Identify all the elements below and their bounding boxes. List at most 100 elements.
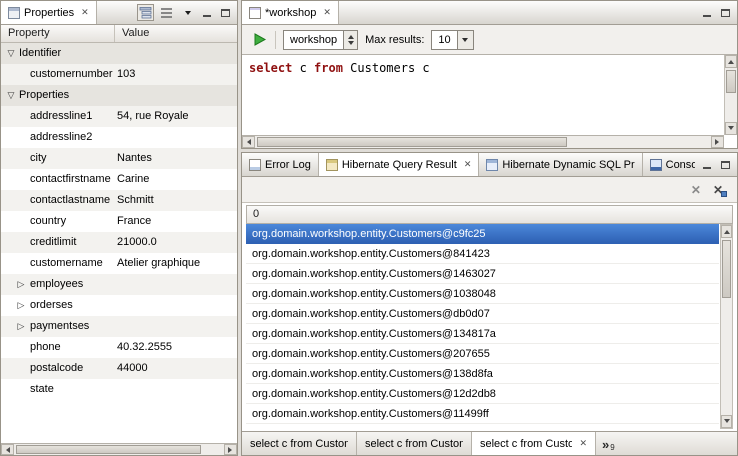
view-tab[interactable]: Hibernate Query Result <box>319 153 480 176</box>
scroll-right-icon[interactable] <box>224 444 237 455</box>
property-row[interactable]: ▷ employees <box>1 274 237 295</box>
result-row[interactable]: org.domain.workshop.entity.Customers@138… <box>246 364 719 384</box>
scrollbar-thumb[interactable] <box>726 70 736 93</box>
query-page-tab[interactable]: select c from Custom <box>472 432 596 455</box>
property-row[interactable]: country France <box>1 211 237 232</box>
scroll-left-icon[interactable] <box>242 136 255 148</box>
query-name-combo[interactable]: workshop <box>283 30 358 50</box>
editor-horizontal-scrollbar[interactable] <box>242 135 724 148</box>
result-column-header[interactable]: 0 <box>246 205 733 224</box>
view-tab[interactable]: Hibernate Dynamic SQL Pr <box>479 153 642 176</box>
close-all-query-pages-icon[interactable] <box>713 184 723 196</box>
property-row[interactable]: ▽ Properties <box>1 85 237 106</box>
expander-icon[interactable]: ▷ <box>14 295 28 316</box>
expander-icon[interactable]: ▷ <box>14 274 28 295</box>
view-menu-icon[interactable] <box>179 4 196 21</box>
view-tab[interactable]: Error Log <box>242 153 319 176</box>
expander-icon[interactable]: ▽ <box>4 85 18 106</box>
minimize-icon[interactable] <box>700 6 714 20</box>
scroll-down-icon[interactable] <box>725 122 737 135</box>
result-row[interactable]: org.domain.workshop.entity.Customers@c9f… <box>246 224 719 244</box>
max-results-combo[interactable]: 10 <box>431 30 473 50</box>
property-name: Identifier <box>19 43 229 64</box>
property-row[interactable]: customernumber 103 <box>1 64 237 85</box>
close-icon[interactable] <box>323 7 331 18</box>
column-value[interactable]: Value <box>115 25 149 42</box>
properties-column-header: Property Value <box>1 25 237 43</box>
maximize-icon[interactable] <box>718 158 732 172</box>
property-row[interactable]: ▽ Identifier <box>1 43 237 64</box>
hql-keyword: from <box>314 61 343 75</box>
hql-text: Customers c <box>343 61 430 75</box>
show-categories-icon[interactable] <box>158 4 175 21</box>
scroll-up-icon[interactable] <box>721 225 732 238</box>
column-property[interactable]: Property <box>1 25 115 42</box>
maximize-icon[interactable] <box>218 6 232 20</box>
results-vertical-scrollbar[interactable] <box>720 224 733 429</box>
view-tab-label: Hibernate Query Result <box>342 159 457 171</box>
combo-spinner-icon[interactable] <box>343 31 357 49</box>
property-value: 44000 <box>117 358 235 379</box>
hql-code[interactable]: select c from Customers c <box>249 61 430 75</box>
tab-workshop-editor[interactable]: *workshop <box>242 1 339 24</box>
max-results-label: Max results: <box>365 34 424 46</box>
property-value: 103 <box>117 64 235 85</box>
close-icon[interactable] <box>579 438 587 449</box>
property-row[interactable]: addressline2 <box>1 127 237 148</box>
tab-overflow-chevron[interactable]: 9 <box>596 432 621 455</box>
view-tab-label: Error Log <box>265 159 311 171</box>
result-row[interactable]: org.domain.workshop.entity.Customers@134… <box>246 324 719 344</box>
run-query-button[interactable] <box>250 31 268 49</box>
expander-icon[interactable]: ▽ <box>4 43 18 64</box>
result-row[interactable]: org.domain.workshop.entity.Customers@146… <box>246 264 719 284</box>
property-row[interactable]: customername Atelier graphique <box>1 253 237 274</box>
close-icon[interactable] <box>464 159 472 170</box>
expander-icon[interactable]: ▷ <box>14 316 28 337</box>
minimize-icon[interactable] <box>200 6 214 20</box>
scroll-right-icon[interactable] <box>711 136 724 148</box>
properties-horizontal-scrollbar[interactable] <box>1 443 237 455</box>
result-row[interactable]: org.domain.workshop.entity.Customers@12d… <box>246 384 719 404</box>
property-value: Nantes <box>117 148 235 169</box>
hql-editor-view: *workshop workshop Max results: 10 <box>241 0 738 149</box>
property-row[interactable]: ▷ orderses <box>1 295 237 316</box>
result-row[interactable]: org.domain.workshop.entity.Customers@114… <box>246 404 719 424</box>
scrollbar-thumb[interactable] <box>722 240 731 298</box>
property-row[interactable]: creditlimit 21000.0 <box>1 232 237 253</box>
minimize-icon[interactable] <box>700 158 714 172</box>
property-row[interactable]: phone 40.32.2555 <box>1 337 237 358</box>
view-tab-icon <box>650 159 662 171</box>
result-row[interactable]: org.domain.workshop.entity.Customers@207… <box>246 344 719 364</box>
close-query-page-icon[interactable] <box>691 184 701 196</box>
result-row[interactable]: org.domain.workshop.entity.Customers@db0… <box>246 304 719 324</box>
scrollbar-thumb[interactable] <box>16 445 201 454</box>
editor-vertical-scrollbar[interactable] <box>724 55 737 135</box>
property-row[interactable]: contactfirstname Carine <box>1 169 237 190</box>
view-tab[interactable]: Console <box>643 153 695 176</box>
property-name: customernumber <box>30 64 114 85</box>
hql-toolbar: workshop Max results: 10 <box>242 25 737 55</box>
property-row[interactable]: ▷ paymentses <box>1 316 237 337</box>
query-page-tab[interactable]: select c from Custom <box>357 432 472 455</box>
property-row[interactable]: state <box>1 379 237 400</box>
hql-editor-area[interactable]: select c from Customers c <box>242 55 737 148</box>
query-result-toolbar <box>242 177 737 203</box>
maximize-icon[interactable] <box>718 6 732 20</box>
scroll-up-icon[interactable] <box>725 55 737 68</box>
scrollbar-thumb[interactable] <box>257 137 567 147</box>
tab-properties[interactable]: Properties <box>1 1 97 24</box>
scroll-down-icon[interactable] <box>721 415 732 428</box>
result-row[interactable]: org.domain.workshop.entity.Customers@841… <box>246 244 719 264</box>
property-row[interactable]: contactlastname Schmitt <box>1 190 237 211</box>
property-row[interactable]: city Nantes <box>1 148 237 169</box>
query-page-tab-label: select c from Custom <box>250 438 348 450</box>
tab-workshop-label: *workshop <box>265 7 316 19</box>
scroll-left-icon[interactable] <box>1 444 14 455</box>
close-icon[interactable] <box>81 7 89 18</box>
property-row[interactable]: postalcode 44000 <box>1 358 237 379</box>
property-row[interactable]: addressline1 54, rue Royale <box>1 106 237 127</box>
dropdown-arrow-icon[interactable] <box>457 31 473 49</box>
show-tree-icon[interactable] <box>137 4 154 21</box>
result-row[interactable]: org.domain.workshop.entity.Customers@103… <box>246 284 719 304</box>
query-page-tab[interactable]: select c from Custom <box>242 432 357 455</box>
